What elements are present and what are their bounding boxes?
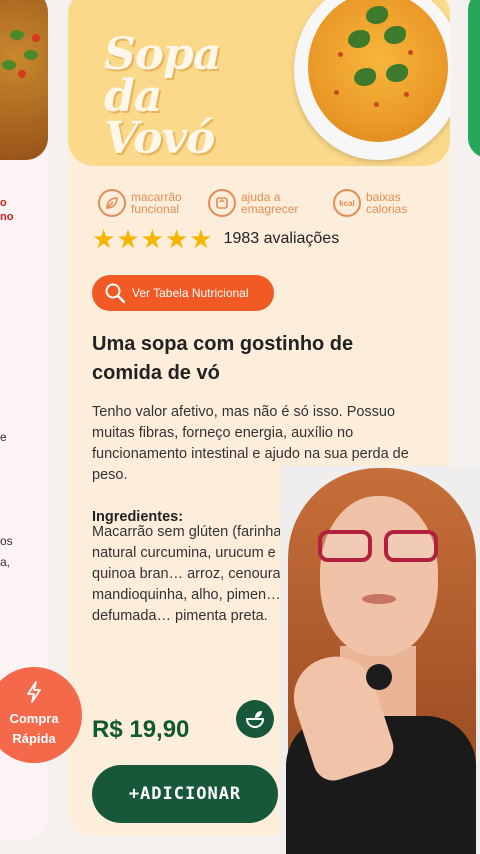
product-headline: Uma sopa com gostinho de comida de vó [92,333,354,384]
feature-calories: kcal baixas calorias [333,186,438,220]
feature-label: ajuda a emagrecer [241,190,299,216]
previous-product-image [0,0,48,160]
nutrition-table-button[interactable]: Ver Tabela Nutricional [92,275,274,311]
product-hero: Sopa da Vovó [68,0,450,166]
lightning-icon [25,681,43,707]
product-logo-line-1: Sopa da [104,29,221,122]
product-logo-line-2: Vovó [104,113,215,164]
leaf-icon [98,189,126,217]
star-icon: ★ [92,224,116,254]
page: o no e os a, Sopa da Vovó macarrão funci… [0,0,480,854]
soup-bowl-image [294,0,450,160]
feature-label: macarrão funcional [131,190,182,216]
next-product-card[interactable] [468,0,480,158]
previous-product-label-2: no [0,211,14,223]
rating[interactable]: ★ ★ ★ ★ ★ 1983 avaliações [92,224,340,254]
presenter-video [280,466,480,854]
previous-product-label: o [0,197,7,209]
nutrition-button-label: Ver Tabela Nutricional [132,286,249,300]
previous-product-text-3: a, [0,555,11,569]
star-icon: ★ [164,224,189,254]
weight-icon [208,189,236,217]
star-icon: ★ [116,224,140,254]
feature-pasta: macarrão funcional [98,186,203,220]
search-icon [105,283,126,304]
star-icon: ★ [189,224,213,254]
add-to-cart-button[interactable]: +ADICIONAR [92,765,278,823]
feature-label: baixas calorias [366,190,408,216]
product-price: R$ 19,90 [92,716,190,743]
feature-list: macarrão funcional ajuda a emagrecer kca… [98,186,418,220]
previous-product-text-2: os [0,534,13,548]
kcal-icon: kcal [333,189,361,217]
quick-buy-label-2: Rápida [12,731,56,746]
star-icon: ★ [140,224,164,254]
feature-weight: ajuda a emagrecer [208,186,313,220]
product-logo: Sopa da Vovó [104,29,274,164]
quick-buy-label-1: Compra [9,711,59,726]
previous-product-text: e [0,430,7,444]
rating-count: 1983 avaliações [223,230,340,247]
vegan-icon [236,700,274,738]
